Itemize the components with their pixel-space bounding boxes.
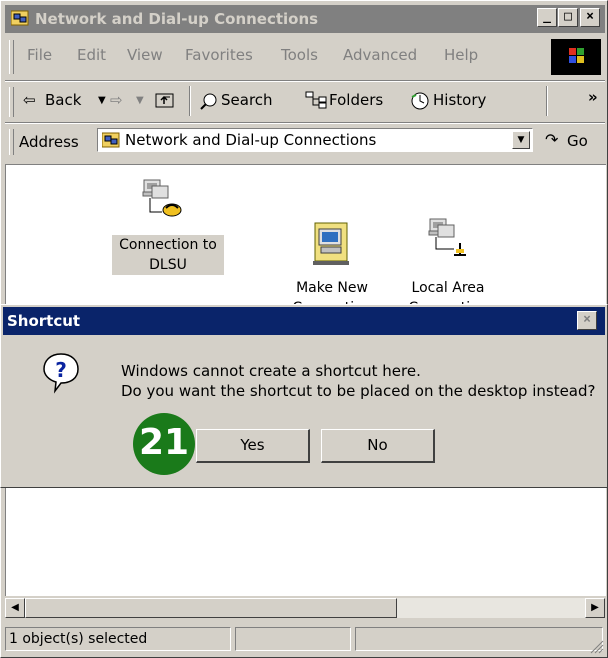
toolbar-chevron-button[interactable]: »: [588, 88, 598, 106]
scroll-left-button[interactable]: ◀: [5, 598, 25, 618]
forward-dropdown-icon[interactable]: ▼: [136, 95, 144, 106]
history-label: History: [433, 91, 487, 109]
search-label: Search: [221, 91, 273, 109]
no-button[interactable]: No: [321, 429, 435, 463]
search-button[interactable]: Search: [197, 82, 293, 122]
toolbar-separator-2: [546, 86, 548, 116]
menu-file[interactable]: File: [27, 46, 52, 64]
connection-dlsu-label[interactable]: Connection to DLSU: [112, 235, 224, 275]
status-bar: 1 object(s) selected: [5, 623, 605, 655]
window-title-bar[interactable]: Network and Dial-up Connections _ □ ×: [5, 5, 605, 33]
svg-text:?: ?: [55, 358, 67, 382]
address-grip[interactable]: [9, 129, 14, 155]
up-folder-icon: [155, 93, 174, 108]
dialog-message-line2: Do you want the shortcut to be placed on…: [121, 382, 596, 400]
back-arrow-icon: ⇦: [23, 91, 36, 109]
dialog-message: Windows cannot create a shortcut here. D…: [121, 361, 595, 401]
history-button[interactable]: History: [409, 82, 509, 122]
go-button[interactable]: ↷ Go: [539, 128, 601, 154]
back-label: Back: [45, 91, 82, 109]
step-badge: 21: [133, 413, 195, 475]
resize-grip-icon[interactable]: [588, 638, 604, 654]
yes-button[interactable]: Yes: [196, 429, 310, 463]
up-folder-button[interactable]: [155, 90, 175, 110]
go-label: Go: [567, 132, 588, 150]
standard-toolbar: ⇦ Back ▼ ⇨ ▼ Search Folders History »: [5, 82, 605, 122]
make-new-connection-icon[interactable]: [311, 221, 353, 267]
lan-connection-line1: Local Area: [411, 280, 485, 296]
shortcut-dialog: Shortcut × ? Windows cannot create a sho…: [0, 304, 608, 488]
scroll-thumb[interactable]: [25, 598, 397, 618]
status-panel-2: [235, 627, 351, 651]
menu-view[interactable]: View: [127, 46, 163, 64]
address-dropdown-icon[interactable]: ▼: [512, 131, 530, 149]
menu-favorites[interactable]: Favorites: [185, 46, 253, 64]
menu-grip[interactable]: [9, 40, 14, 74]
network-folder-icon: [11, 10, 29, 26]
go-arrow-icon: ↷: [545, 130, 559, 149]
status-panel-3: [355, 627, 603, 651]
back-dropdown-icon[interactable]: ▼: [98, 95, 106, 106]
menu-edit[interactable]: Edit: [77, 46, 106, 64]
menu-tools[interactable]: Tools: [281, 46, 318, 64]
make-new-connection-line1: Make New: [296, 280, 368, 296]
menu-help[interactable]: Help: [444, 46, 478, 64]
folders-label: Folders: [329, 91, 384, 109]
horizontal-scrollbar[interactable]: ◀ ▶: [5, 598, 605, 618]
menu-advanced[interactable]: Advanced: [343, 46, 417, 64]
question-icon: ?: [43, 353, 79, 394]
dialup-connection-icon[interactable]: [138, 178, 188, 224]
close-button[interactable]: ×: [580, 8, 600, 27]
maximize-button[interactable]: □: [558, 8, 578, 27]
dialog-close-button[interactable]: ×: [577, 311, 597, 330]
back-button[interactable]: ⇦ Back ▼: [23, 82, 143, 122]
address-label: Address: [19, 133, 79, 151]
search-icon: [200, 93, 217, 110]
address-value: Network and Dial-up Connections: [125, 131, 377, 149]
toolbar-grip[interactable]: [9, 87, 14, 117]
network-folder-icon: [102, 132, 120, 148]
minimize-button[interactable]: _: [537, 8, 557, 27]
scroll-right-button[interactable]: ▶: [585, 598, 605, 618]
window-title: Network and Dial-up Connections: [35, 10, 319, 28]
folders-button[interactable]: Folders: [305, 82, 401, 122]
history-icon: [411, 92, 429, 110]
windows-logo-icon: [551, 39, 601, 75]
toolbar-separator: [189, 86, 191, 116]
connection-dlsu-line2: DLSU: [149, 257, 187, 273]
folders-icon: [305, 91, 327, 109]
lan-connection-icon[interactable]: [426, 217, 472, 263]
connection-dlsu-line1: Connection to: [119, 237, 217, 253]
status-text: 1 object(s) selected: [5, 627, 231, 651]
dialog-message-line1: Windows cannot create a shortcut here.: [121, 362, 421, 380]
dialog-title-bar[interactable]: Shortcut ×: [3, 307, 605, 335]
address-input[interactable]: Network and Dial-up Connections ▼: [97, 128, 533, 152]
dialog-title: Shortcut: [7, 312, 81, 330]
menu-bar: File Edit View Favorites Tools Advanced …: [5, 35, 605, 79]
forward-button[interactable]: ⇨: [110, 91, 123, 109]
